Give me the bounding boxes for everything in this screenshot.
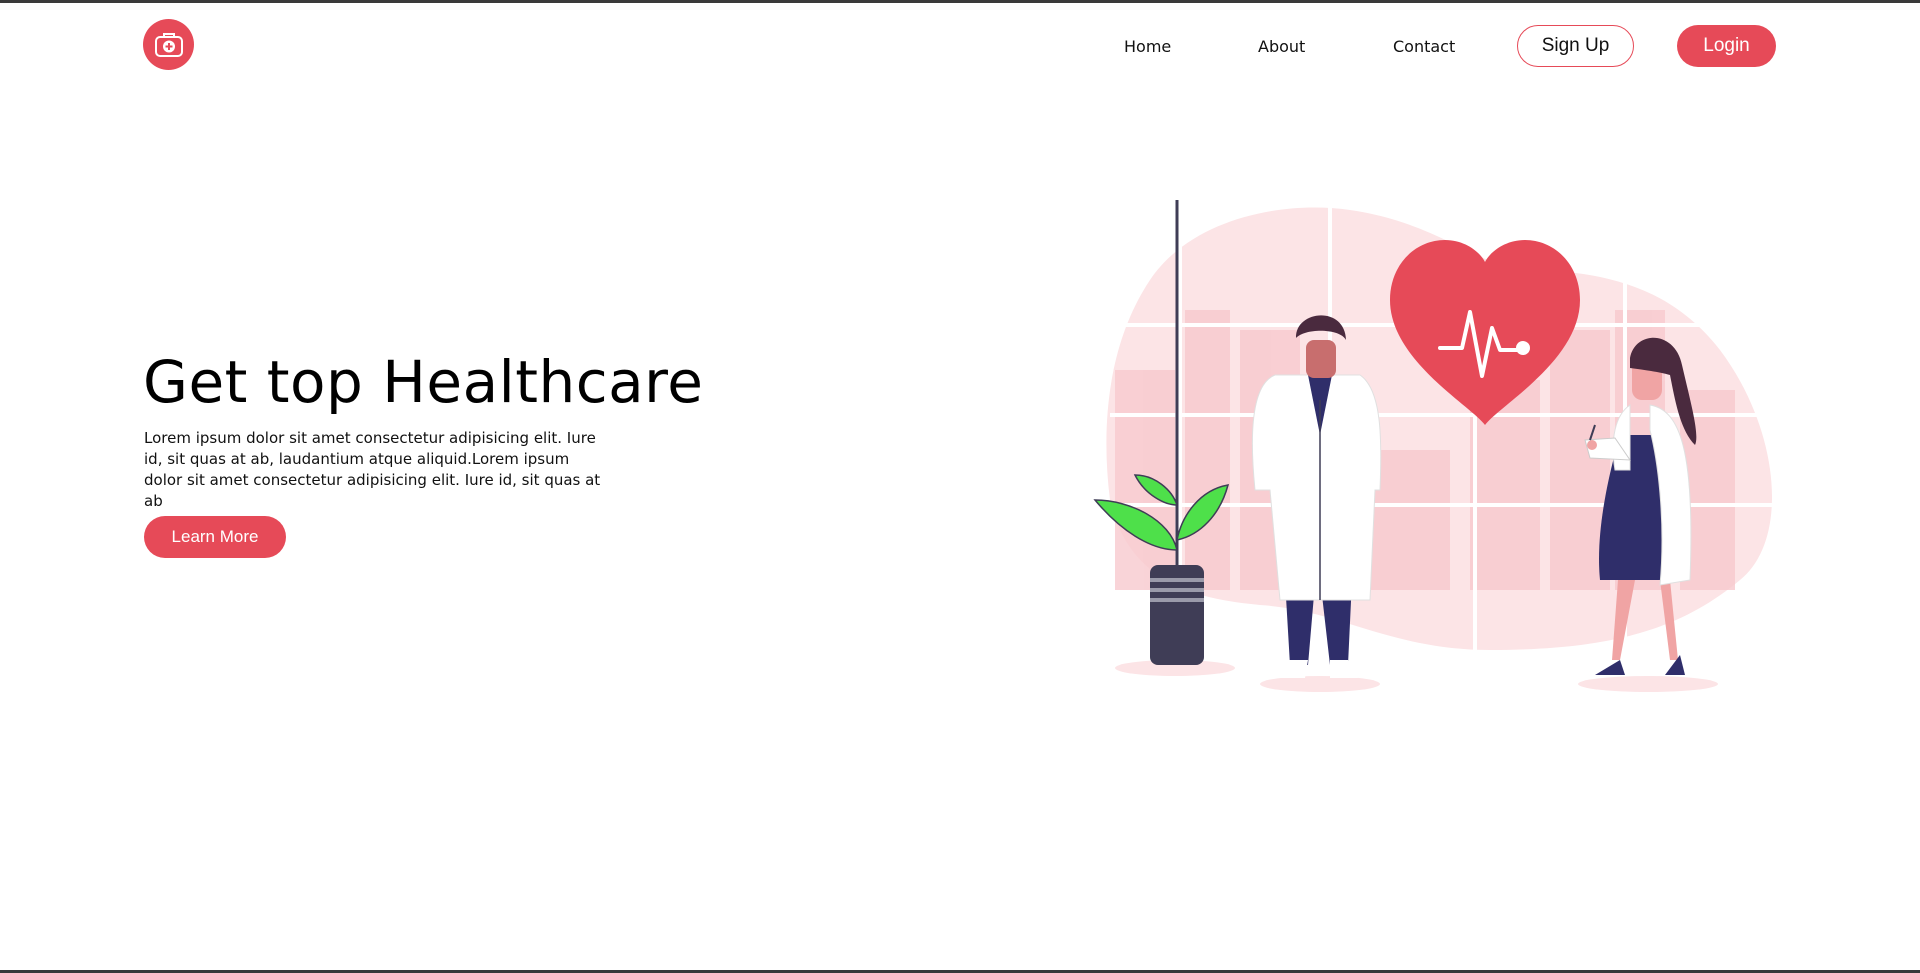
window-top-border [0,0,1920,3]
signup-button[interactable]: Sign Up [1517,25,1634,67]
learn-more-button[interactable]: Learn More [144,516,286,558]
logo[interactable] [143,19,194,70]
nav-link-about[interactable]: About [1258,37,1305,56]
login-button[interactable]: Login [1677,25,1776,67]
medical-kit-icon [154,32,183,57]
hero-description: Lorem ipsum dolor sit amet consectetur a… [144,429,601,510]
nav-link-contact[interactable]: Contact [1393,37,1455,56]
hero-title: Get top Healthcare [143,348,704,416]
doctors-heartbeat-illustration [1093,200,1780,692]
nav-link-home[interactable]: Home [1124,37,1171,56]
